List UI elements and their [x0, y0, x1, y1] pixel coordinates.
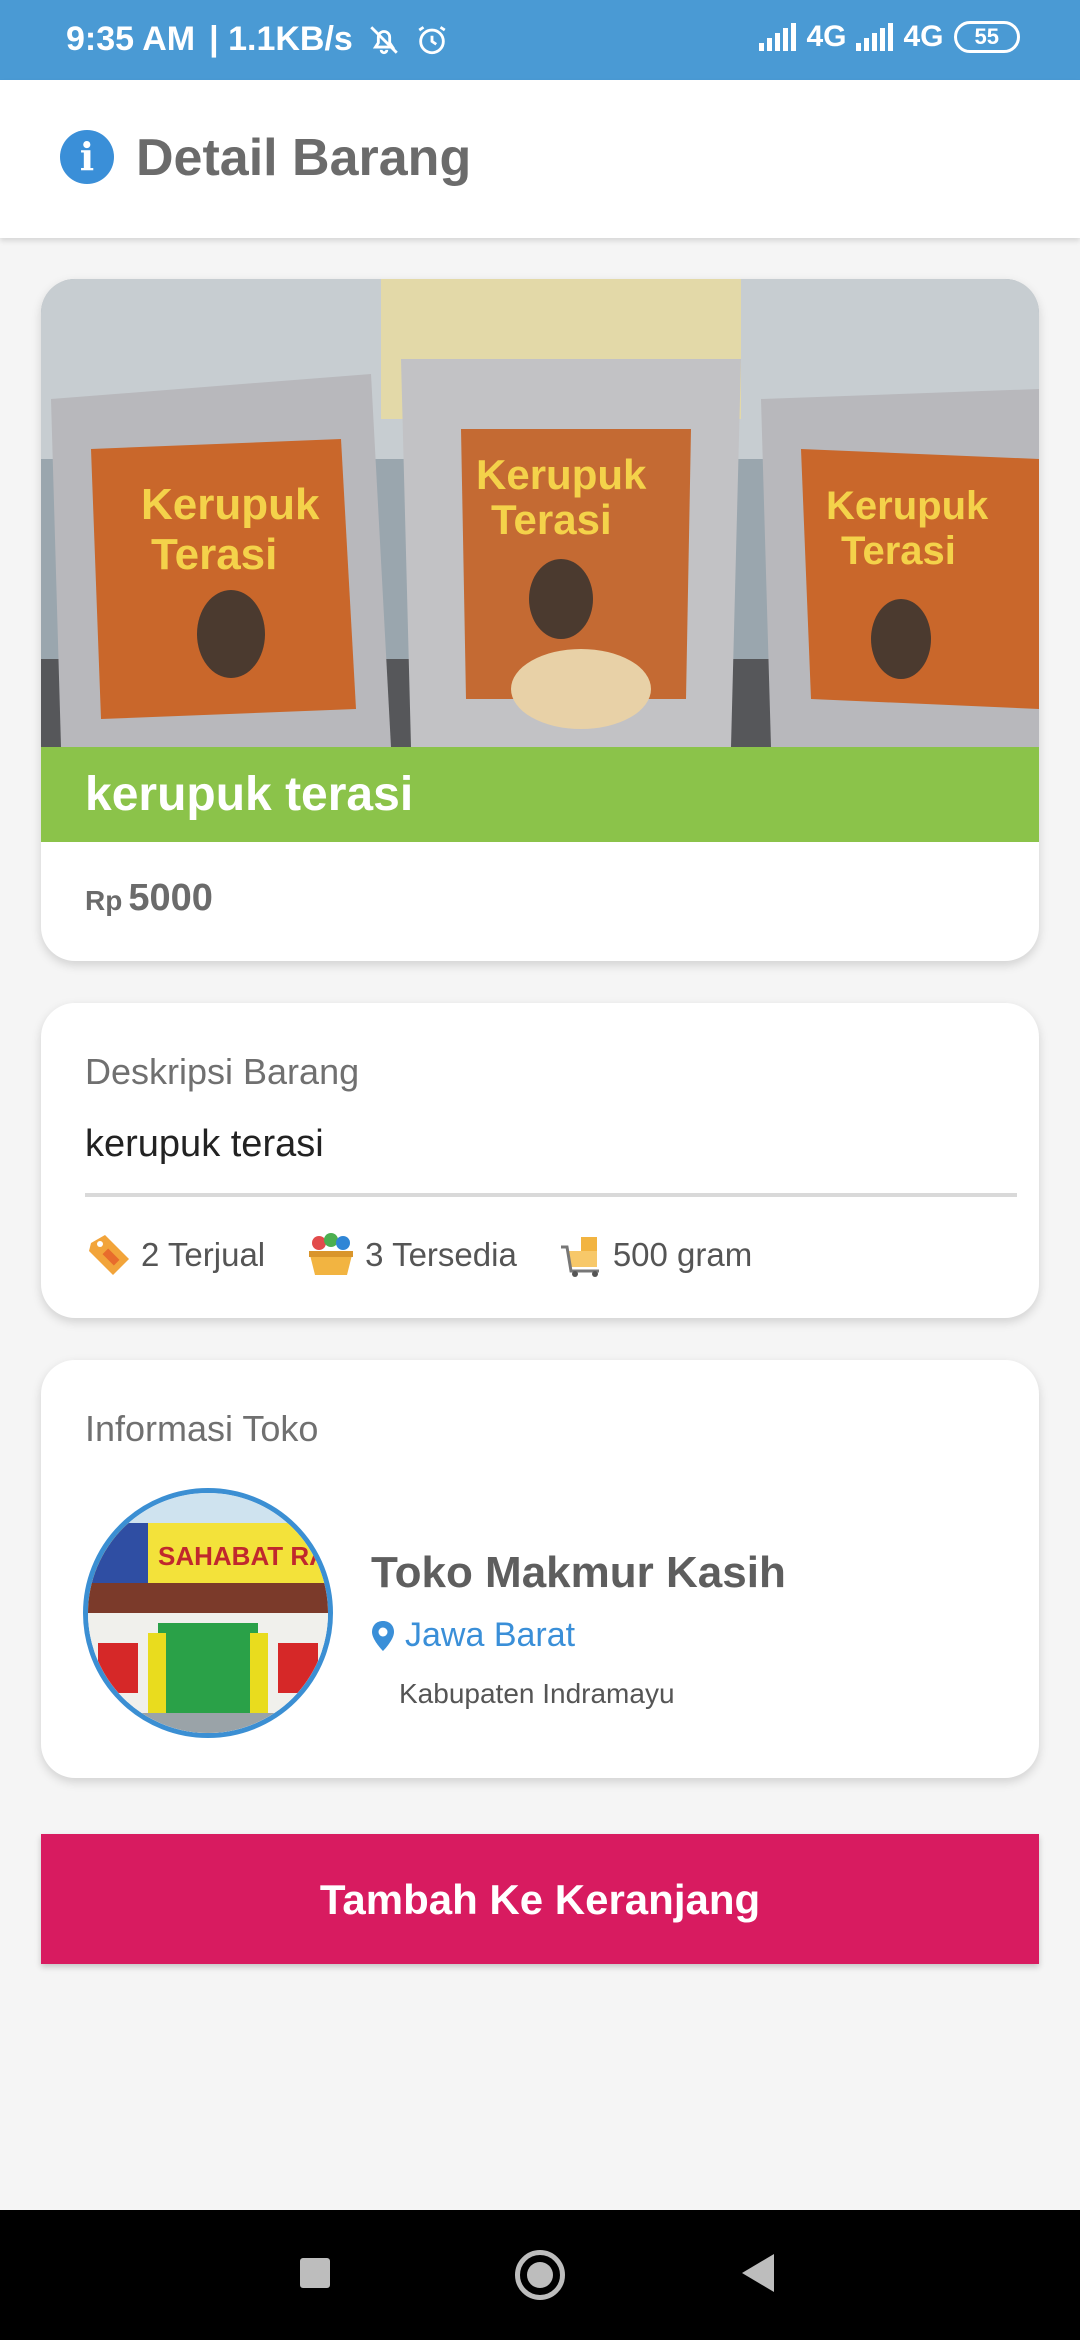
network-type-1: 4G [806, 20, 847, 53]
description-label: Deskripsi Barang [85, 1051, 360, 1092]
shop-photo: SAHABAT RAKYA [88, 1493, 328, 1733]
shop-province: Jawa Barat [371, 1616, 575, 1655]
product-card: Kerupuk Terasi Kerupuk Terasi Kerupuk Te… [41, 279, 1039, 961]
product-name: kerupuk terasi [85, 768, 414, 821]
shop-city: Kabupaten Indramayu [399, 1678, 675, 1709]
network-type-2: 4G [903, 20, 944, 53]
stat-sold: 2 Terjual [85, 1231, 265, 1279]
description-card: Deskripsi Barang kerupuk terasi 2 Terjua… [41, 1003, 1039, 1318]
signal-icon-2 [856, 23, 894, 51]
svg-text:Kerupuk: Kerupuk [826, 484, 989, 528]
recent-apps-icon[interactable] [300, 2258, 330, 2288]
price-currency: Rp [85, 885, 123, 916]
status-time: 9:35 AM [66, 20, 196, 58]
svg-text:Kerupuk: Kerupuk [476, 451, 647, 498]
app-bar: i Detail Barang [0, 80, 1080, 238]
product-price: Rp 5000 [85, 877, 213, 920]
stat-stock-text: 3 Tersedia [365, 1236, 517, 1273]
shop-card: Informasi Toko SAHABAT RAKYA Toko Makmur… [41, 1360, 1039, 1778]
svg-text:SAHABAT RAKYA: SAHABAT RAKYA [158, 1541, 328, 1571]
bell-off-icon [370, 25, 398, 54]
product-name-band: kerupuk terasi [41, 747, 1039, 842]
svg-text:Terasi: Terasi [151, 530, 277, 579]
shop-avatar[interactable]: SAHABAT RAKYA [83, 1488, 333, 1738]
back-icon[interactable] [742, 2254, 774, 2292]
divider [85, 1193, 1017, 1197]
stat-weight-text: 500 gram [612, 1236, 753, 1273]
svg-text:Terasi: Terasi [841, 529, 956, 573]
sold-tag-icon [89, 1235, 129, 1275]
home-icon[interactable] [515, 2250, 565, 2300]
signal-icon [759, 23, 797, 51]
stat-stock: 3 Tersedia [305, 1231, 517, 1279]
stat-sold-text: 2 Terjual [141, 1236, 266, 1273]
description-text: kerupuk terasi [85, 1123, 324, 1165]
add-to-cart-button[interactable]: Tambah Ke Keranjang [41, 1834, 1039, 1964]
weight-cart-icon [560, 1237, 599, 1277]
status-net-speed: | 1.1KB/s [209, 20, 353, 58]
stat-weight: 500 gram [557, 1231, 752, 1279]
shop-label: Informasi Toko [85, 1408, 319, 1449]
svg-text:Terasi: Terasi [491, 496, 612, 543]
price-value: 5000 [128, 877, 213, 919]
shop-province-text: Jawa Barat [405, 1616, 576, 1654]
page-title: Detail Barang [136, 129, 472, 187]
shop-name[interactable]: Toko Makmur Kasih [371, 1548, 786, 1598]
battery-indicator: 55 [953, 21, 1020, 53]
status-right: 4G 4G 55 [759, 20, 1020, 54]
svg-text:Kerupuk: Kerupuk [141, 480, 320, 529]
alarm-icon [418, 25, 446, 54]
system-nav-bar [0, 2210, 1080, 2340]
stock-basket-icon [309, 1233, 354, 1275]
info-icon: i [60, 130, 114, 184]
status-bar: 9:35 AM | 1.1KB/s 4G 4G 55 [0, 0, 1080, 80]
location-pin-icon [372, 1620, 394, 1651]
status-left: 9:35 AM | 1.1KB/s [66, 20, 449, 59]
product-image[interactable]: Kerupuk Terasi Kerupuk Terasi Kerupuk Te… [41, 279, 1039, 747]
product-stats: 2 Terjual 3 Tersedia 500 gram [85, 1231, 792, 1279]
